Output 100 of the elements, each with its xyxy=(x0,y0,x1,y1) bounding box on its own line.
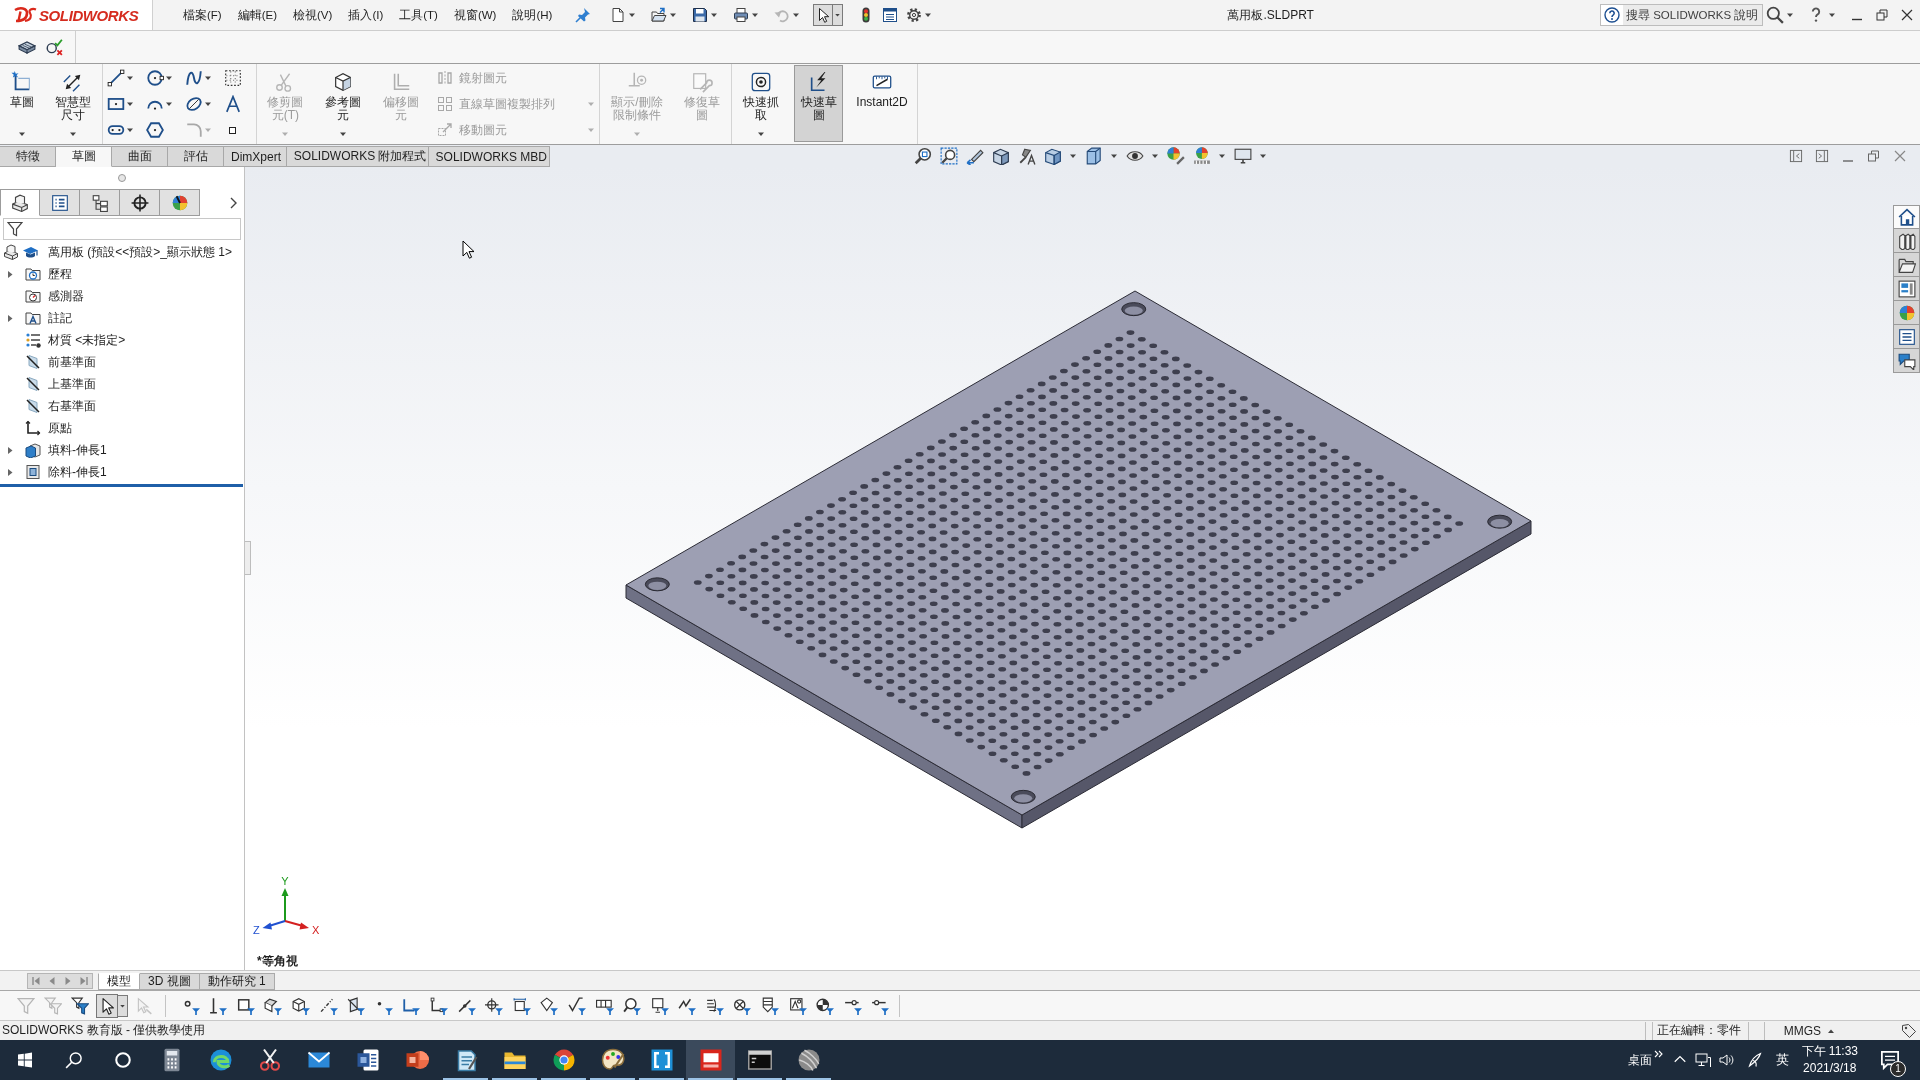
caret-icon[interactable] xyxy=(1786,11,1794,19)
split-circle-funnel-icon[interactable] xyxy=(816,996,835,1015)
pencil-arrow-icon[interactable] xyxy=(966,147,984,165)
tree-item[interactable]: 萬用板 (預設<<預設>_顯示狀態 1> xyxy=(48,243,233,261)
panel-tab[interactable] xyxy=(40,189,80,216)
tree-item[interactable]: 上基準面 xyxy=(48,375,96,393)
expand-arrow-icon[interactable] xyxy=(6,467,14,477)
magnifier-funnel-icon[interactable] xyxy=(623,996,642,1015)
panel-right-icon[interactable] xyxy=(1815,149,1829,163)
command-tab[interactable]: 特徵 xyxy=(0,146,56,167)
input-method-indicator[interactable]: 英 xyxy=(1775,1051,1789,1069)
task-pane-tab[interactable] xyxy=(1893,253,1920,277)
monitor-icon[interactable] xyxy=(1234,147,1252,165)
expand-arrow-icon[interactable] xyxy=(6,269,14,279)
cube-icon[interactable] xyxy=(1044,147,1062,165)
caret-icon[interactable] xyxy=(1218,152,1226,160)
caret-icon[interactable] xyxy=(1069,152,1077,160)
tree-item[interactable]: 材質 <未指定> xyxy=(48,331,126,349)
pen-icon[interactable] xyxy=(1746,1052,1763,1068)
color-ball-pencil-icon[interactable] xyxy=(1167,147,1185,165)
panel-funnel-icon[interactable] xyxy=(347,996,366,1015)
expand-arrow-icon[interactable] xyxy=(6,445,14,455)
sheet-funnel-icon[interactable] xyxy=(264,996,283,1015)
panel-left-icon[interactable] xyxy=(1789,149,1803,163)
command-tab[interactable]: SOLIDWORKS MBD xyxy=(428,146,550,167)
model-tab[interactable]: 動作研究 1 xyxy=(199,973,275,990)
target-funnel-icon[interactable] xyxy=(485,996,504,1015)
rapid-sketch-button[interactable]: 快速草圖 xyxy=(793,65,844,142)
caret-icon[interactable] xyxy=(628,11,637,19)
pin-icon[interactable] xyxy=(575,7,592,23)
command-tab[interactable]: SOLIDWORKS 附加程式 xyxy=(286,146,429,167)
tree-item[interactable]: 感測器 xyxy=(48,287,84,305)
keyboard-block-icon[interactable] xyxy=(18,38,36,56)
command-tab[interactable]: 評估 xyxy=(168,146,224,167)
menu-item[interactable]: 檔案(F) xyxy=(175,5,230,25)
framed-peak-funnel-icon[interactable] xyxy=(788,996,807,1015)
tree-item[interactable]: 註記 xyxy=(48,309,72,327)
caret-icon[interactable] xyxy=(118,994,128,1017)
splitter-handle[interactable] xyxy=(118,174,126,182)
cube-funnel-icon[interactable] xyxy=(291,996,310,1015)
double-chevron-icon[interactable] xyxy=(1653,1050,1663,1058)
search-field[interactable]: 搜尋 SOLIDWORKS 說明 xyxy=(1600,4,1763,26)
sectioned-cube-icon[interactable] xyxy=(992,147,1010,165)
corner-points-funnel-icon[interactable] xyxy=(429,996,448,1015)
model-tab[interactable]: 模型 xyxy=(98,973,140,990)
check-mark-funnel-icon[interactable] xyxy=(567,996,586,1015)
panel-collapse-handle[interactable] xyxy=(245,541,251,575)
panel-tab[interactable] xyxy=(0,189,40,216)
taskbar-button[interactable] xyxy=(686,1040,735,1080)
diamond-funnel-icon[interactable] xyxy=(540,996,559,1015)
panel-tab[interactable] xyxy=(120,189,160,216)
tree-item[interactable]: 原點 xyxy=(48,419,72,437)
command-tab[interactable]: 草圖 xyxy=(56,146,112,167)
desktop-toolbar-label[interactable]: 桌面 xyxy=(1627,1051,1652,1069)
magnifier-icon[interactable] xyxy=(914,147,932,165)
select-button[interactable] xyxy=(96,993,118,1018)
question-mark-icon[interactable] xyxy=(1811,7,1821,23)
start-icon[interactable] xyxy=(16,1052,33,1068)
tree-item[interactable]: 前基準面 xyxy=(48,353,96,371)
dashed-line-funnel-icon[interactable] xyxy=(319,996,338,1015)
smart-dimension-button[interactable]: 智慧型尺寸 xyxy=(48,65,98,142)
tree-item[interactable]: 填料-伸長1 xyxy=(48,441,107,459)
clock-time[interactable]: 下午 11:33 xyxy=(1801,1043,1858,1060)
frame-stem-funnel-icon[interactable] xyxy=(650,996,669,1015)
restore-icon[interactable] xyxy=(1876,9,1888,21)
zigzag-funnel-icon[interactable] xyxy=(678,996,697,1015)
command-tab[interactable]: DimXpert xyxy=(224,146,287,167)
caret-icon[interactable] xyxy=(1828,11,1836,19)
task-pane-tab[interactable] xyxy=(1893,205,1920,229)
model-tab[interactable]: 3D 視圖 xyxy=(140,973,200,990)
corner-line-funnel-icon[interactable] xyxy=(402,996,421,1015)
check-cross-icon[interactable] xyxy=(45,38,63,56)
menu-item[interactable]: 編輯(E) xyxy=(229,5,286,25)
task-pane-tab[interactable] xyxy=(1893,349,1920,373)
select-button[interactable] xyxy=(813,4,834,26)
convert-entities-button[interactable]: 參考圖元 xyxy=(318,65,368,142)
menu-item[interactable]: 工具(T) xyxy=(391,5,446,25)
caret-icon[interactable] xyxy=(1151,152,1159,160)
tree-item[interactable]: 除料-伸長1 xyxy=(48,463,107,481)
square-funnel-icon[interactable] xyxy=(236,996,255,1015)
caret-icon[interactable] xyxy=(1259,152,1267,160)
caret-icon[interactable] xyxy=(833,4,844,26)
speaker-icon[interactable] xyxy=(1718,1052,1735,1068)
units-button[interactable]: MMGS xyxy=(1783,1023,1835,1038)
tree-item[interactable]: 歷程 xyxy=(48,265,72,283)
clock-date[interactable]: 2021/3/18 xyxy=(1803,1060,1857,1077)
network-icon[interactable] xyxy=(1694,1052,1711,1068)
bar-funnel-icon[interactable] xyxy=(209,996,228,1015)
task-pane-tab[interactable] xyxy=(1893,325,1920,349)
close-icon[interactable] xyxy=(1901,9,1913,21)
help-icon[interactable] xyxy=(1604,7,1620,23)
tag-icon[interactable] xyxy=(1901,1022,1917,1039)
search-icon[interactable] xyxy=(1766,6,1784,24)
cross-circle-funnel-icon[interactable] xyxy=(733,996,752,1015)
first-arrow-icon[interactable] xyxy=(31,975,41,987)
task-pane-tab[interactable] xyxy=(1893,277,1920,301)
tree-item[interactable]: 右基準面 xyxy=(48,397,96,415)
shield-funnel-icon[interactable] xyxy=(761,996,780,1015)
chevron-right-icon[interactable] xyxy=(229,196,237,209)
caret-icon[interactable] xyxy=(924,11,933,19)
